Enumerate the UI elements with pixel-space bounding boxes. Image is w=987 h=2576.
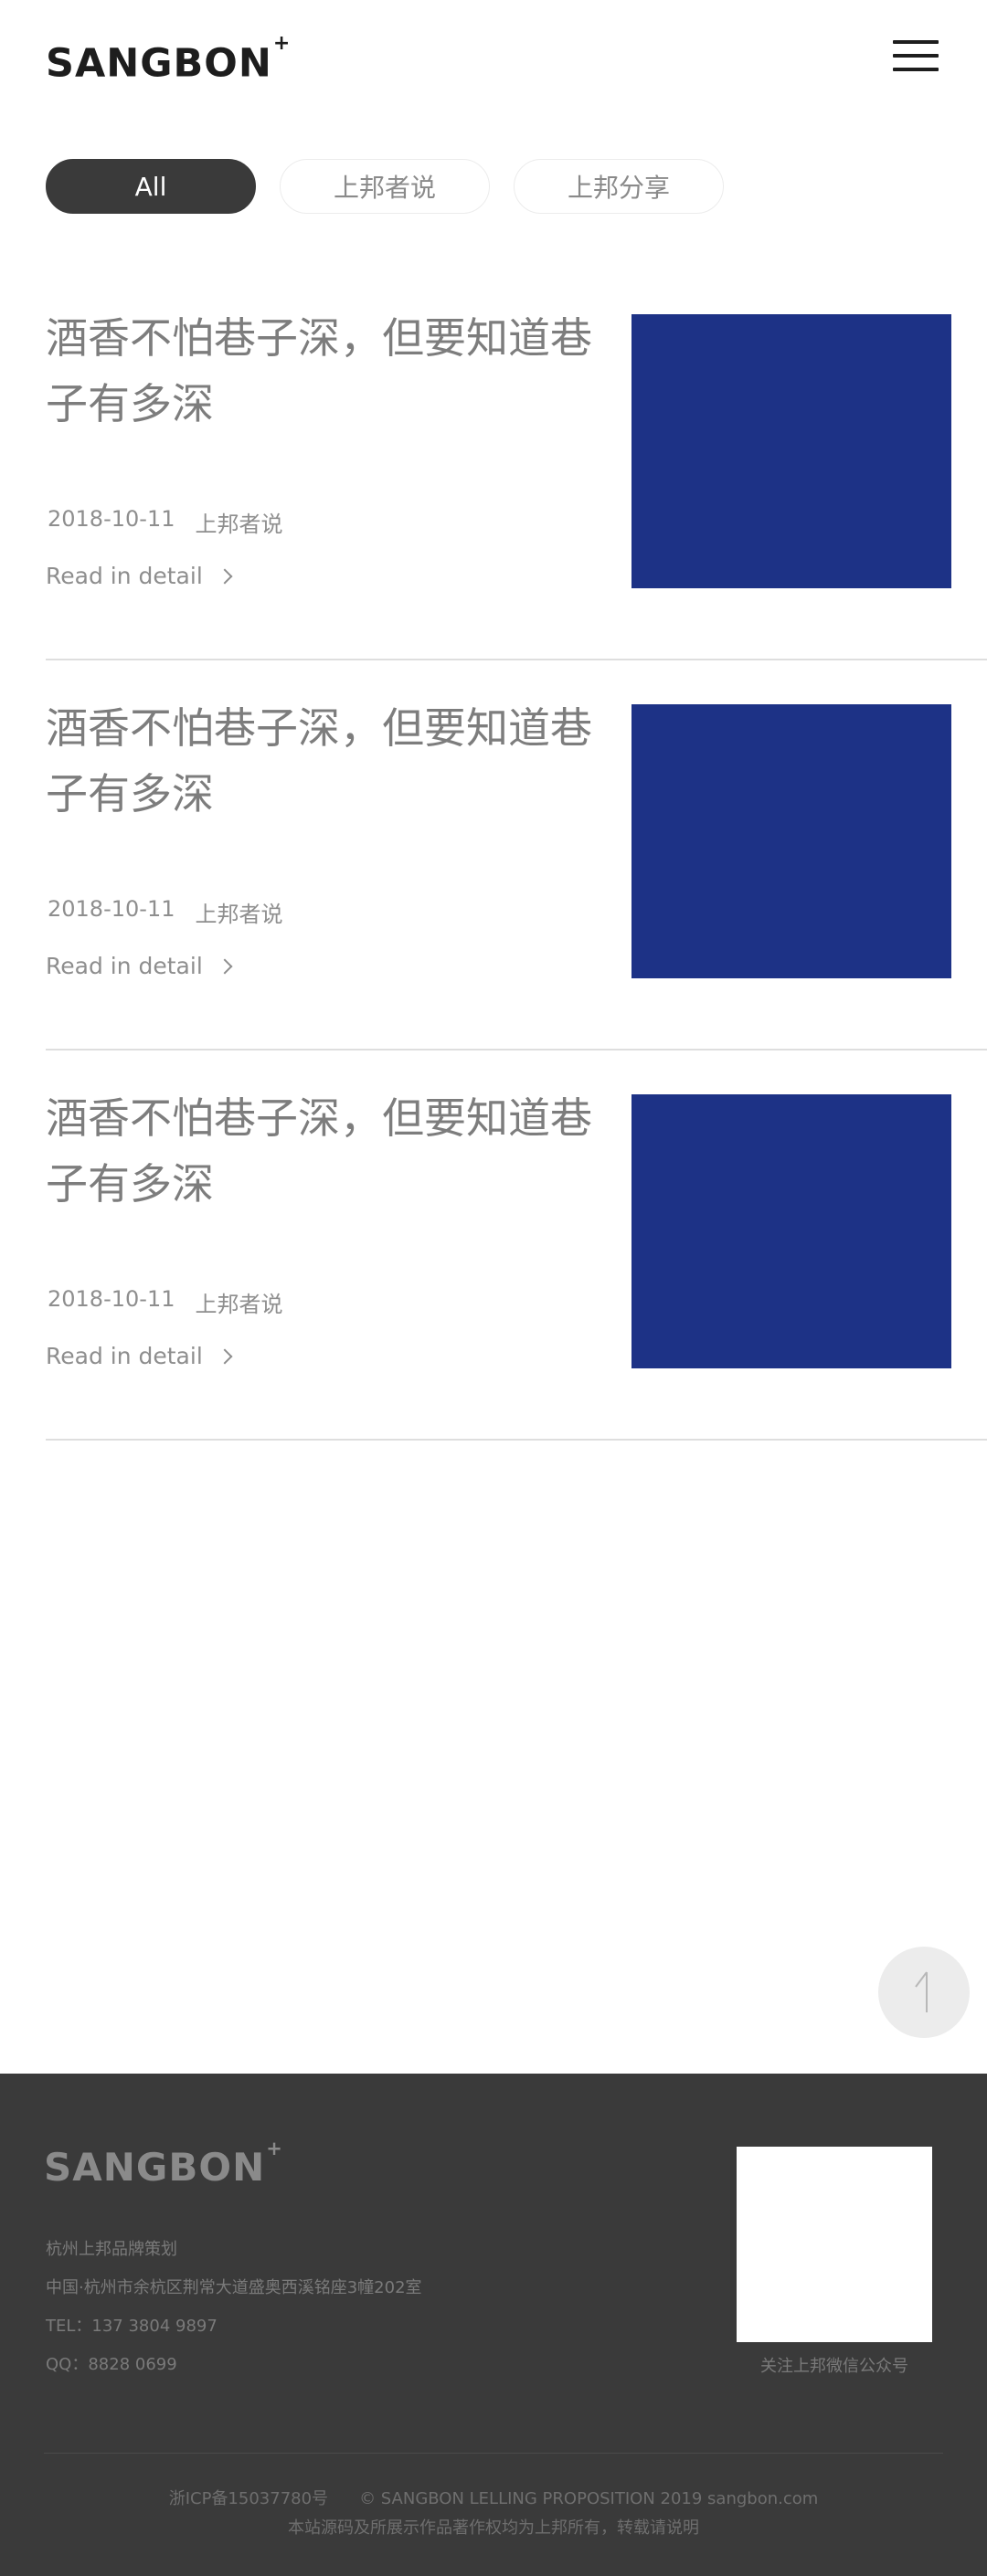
company-tel: TEL：137 3804 9897 [46,2317,218,2336]
site-logo[interactable]: SANGBON+ [46,32,292,87]
article-card[interactable]: 酒香不怕巷子深，但要知道巷子有多深 2018-10-11 上邦者说 Read i… [46,270,987,660]
article-title[interactable]: 酒香不怕巷子深，但要知道巷子有多深 [46,1085,594,1217]
category-tabs: All 上邦者说 上邦分享 [46,159,724,214]
article-category: 上邦者说 [195,512,283,537]
article-thumbnail[interactable] [631,1094,951,1368]
footer-logo-mark: + [266,2138,283,2159]
company-qq: QQ：8828 0699 [46,2355,177,2374]
article-title[interactable]: 酒香不怕巷子深，但要知道巷子有多深 [46,305,594,437]
qr-caption: 关注上邦微信公众号 [760,2357,908,2376]
article-thumbnail[interactable] [631,704,951,978]
article-card[interactable]: 酒香不怕巷子深，但要知道巷子有多深 2018-10-11 上邦者说 Read i… [46,660,987,1050]
footer-divider [44,2453,943,2454]
tab-all[interactable]: All [46,159,256,214]
company-name: 杭州上邦品牌策划 [46,2240,177,2259]
back-to-top-button[interactable] [878,1947,970,2038]
copyright-notice: 本站源码及所展示作品著作权均为上邦所有，转载请说明 [288,2518,699,2538]
copyright: © SANGBON LELLING PROPOSITION 2019 sangb… [359,2489,819,2508]
read-more-link[interactable]: Read in detail [46,563,233,589]
read-more-label: Read in detail [46,1343,203,1369]
icp-record[interactable]: 浙ICP备15037780号 [169,2489,328,2508]
article-date: 2018-10-11 [48,896,175,922]
read-more-label: Read in detail [46,563,203,589]
article-meta: 2018-10-11 上邦者说 [48,896,282,928]
contact-info: 杭州上邦品牌策划 中国·杭州市余杭区荆常大道盛奥西溪铭座3幢202室 TEL：1… [46,2231,422,2384]
site-footer: SANGBON+ 杭州上邦品牌策划 中国·杭州市余杭区荆常大道盛奥西溪铭座3幢2… [0,2074,987,2576]
arrow-up-icon [915,1971,928,2012]
read-more-link[interactable]: Read in detail [46,1343,233,1369]
article-meta: 2018-10-11 上邦者说 [48,1286,282,1318]
article-date: 2018-10-11 [48,506,175,532]
article-thumbnail[interactable] [631,314,951,588]
menu-bar [893,68,939,71]
menu-bar [893,40,939,44]
chevron-right-icon [217,568,233,584]
article-date: 2018-10-11 [48,1286,175,1312]
read-more-label: Read in detail [46,953,203,979]
chevron-right-icon [217,958,233,974]
wechat-qr-code [737,2147,932,2342]
article-title[interactable]: 酒香不怕巷子深，但要知道巷子有多深 [46,695,594,827]
article-category: 上邦者说 [195,1292,283,1317]
site-header: SANGBON+ [0,0,987,113]
tab-sangbon-share[interactable]: 上邦分享 [514,159,724,214]
footer-legal: 浙ICP备15037780号 © SANGBON LELLING PROPOSIT… [0,2485,987,2543]
article-list: 酒香不怕巷子深，但要知道巷子有多深 2018-10-11 上邦者说 Read i… [46,270,987,1441]
footer-logo-text: SANGBON [44,2145,266,2190]
logo-mark: + [272,32,292,55]
article-meta: 2018-10-11 上邦者说 [48,506,282,538]
legal-row: 浙ICP备15037780号 © SANGBON LELLING PROPOSIT… [0,2485,987,2514]
footer-logo[interactable]: SANGBON+ [44,2138,283,2190]
hamburger-menu-icon[interactable] [893,37,939,75]
menu-bar [893,54,939,58]
article-card[interactable]: 酒香不怕巷子深，但要知道巷子有多深 2018-10-11 上邦者说 Read i… [46,1050,987,1441]
company-address: 中国·杭州市余杭区荆常大道盛奥西溪铭座3幢202室 [46,2278,422,2297]
tab-sangbon-says[interactable]: 上邦者说 [280,159,490,214]
article-category: 上邦者说 [195,902,283,927]
logo-text: SANGBON [46,40,272,87]
chevron-right-icon [217,1348,233,1364]
read-more-link[interactable]: Read in detail [46,953,233,979]
